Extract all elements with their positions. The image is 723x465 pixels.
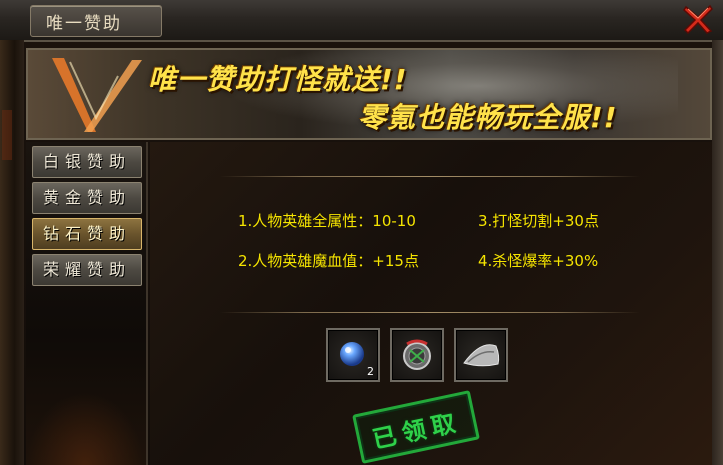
title-bar: 唯一赞助 <box>0 0 723 42</box>
promo-banner: 唯一赞助打怪就送!! 零氪也能畅玩全服!! <box>26 48 712 140</box>
reward-slot-medal[interactable] <box>390 328 444 382</box>
silver-hat-icon <box>463 344 500 367</box>
sidebar-embers <box>26 392 144 465</box>
sponsor-window: 唯一赞助 唯一赞助打怪就送!! 零氪也能畅玩全服!! 白银赞助 黄金赞助 钻石赞… <box>0 0 723 465</box>
frame-left-edge <box>0 40 24 465</box>
tier-diamond-button[interactable]: 钻石赞助 <box>32 218 142 250</box>
window-title: 唯一赞助 <box>46 14 122 34</box>
claimed-stamp-text: 已领取 <box>369 407 464 454</box>
reward-slot-orb[interactable]: 2 <box>326 328 380 382</box>
medal-icon <box>403 339 431 370</box>
bonus-all-attributes: 1.人物英雄全属性：10-10 <box>238 212 416 230</box>
reward-slot-hat[interactable] <box>454 328 508 382</box>
frame-right-edge <box>712 40 723 465</box>
claimed-stamp: 已领取 <box>352 390 480 464</box>
reward-count: 2 <box>367 365 374 378</box>
tier-silver-button[interactable]: 白银赞助 <box>32 146 142 178</box>
close-icon <box>683 4 713 35</box>
reward-panel: 1.人物英雄全属性：10-10 3.打怪切割+30点 2.人物英雄魔血值：+15… <box>150 142 712 465</box>
banner-logo-icon <box>52 58 142 132</box>
close-button[interactable] <box>681 3 715 35</box>
bonus-hp-mp: 2.人物英雄魔血值：+15点 <box>238 252 419 270</box>
banner-subheadline: 零氪也能畅玩全服!! <box>358 101 618 134</box>
tier-gold-button[interactable]: 黄金赞助 <box>32 182 142 214</box>
banner-headline: 唯一赞助打怪就送!! <box>148 63 408 96</box>
bonus-drop-rate: 4.杀怪爆率+30% <box>478 252 599 270</box>
sponsor-tier-sidebar: 白银赞助 黄金赞助 钻石赞助 荣耀赞助 <box>26 142 148 465</box>
divider-top <box>220 176 640 177</box>
divider-bottom <box>220 312 640 313</box>
tier-glory-button[interactable]: 荣耀赞助 <box>32 254 142 286</box>
bonus-cutting: 3.打怪切割+30点 <box>478 212 599 230</box>
